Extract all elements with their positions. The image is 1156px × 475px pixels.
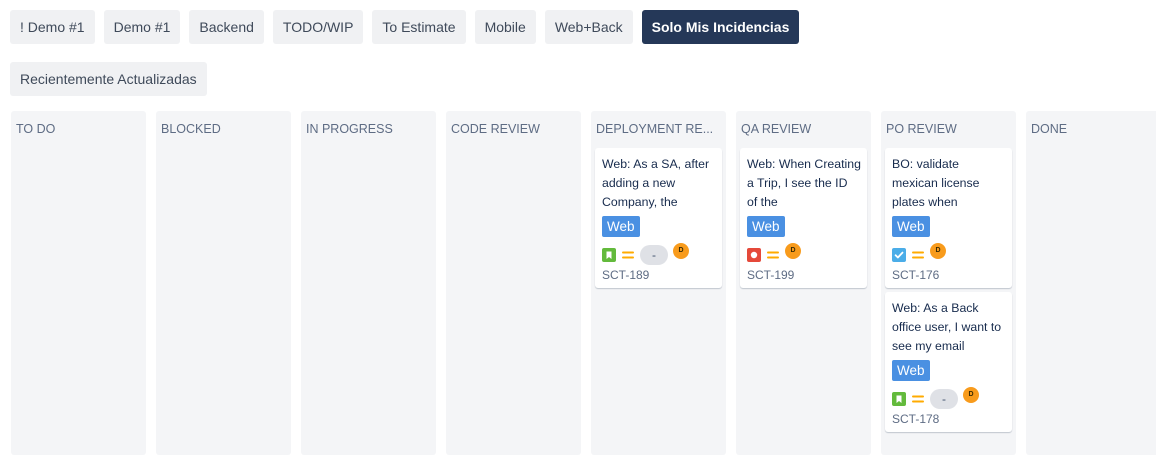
issue-meta: D: [747, 243, 861, 265]
issue-card[interactable]: BO: validate mexican license plates when…: [885, 148, 1012, 288]
issue-meta: -D: [892, 387, 1006, 409]
assignee-avatar[interactable]: D: [963, 387, 979, 403]
quick-filter-web-back[interactable]: Web+Back: [544, 10, 633, 44]
story-icon: [602, 248, 616, 262]
column-code-review: CODE REVIEW: [446, 111, 581, 455]
issue-label-tag: Web: [892, 216, 930, 237]
column-title: IN PROGRESS: [306, 122, 393, 136]
issue-summary: Web: As a Back office user, I want to se…: [892, 301, 1002, 353]
quick-filter-demo-1[interactable]: Demo #1: [103, 10, 181, 44]
quick-filter-backend[interactable]: Backend: [189, 10, 264, 44]
column-title: QA REVIEW: [741, 122, 812, 136]
assignee-avatar[interactable]: D: [785, 243, 801, 259]
column-to-do: TO DO: [11, 111, 146, 455]
column-title: DEPLOYMENT RE...: [596, 122, 714, 136]
story-points-badge: -: [930, 389, 958, 409]
issue-key[interactable]: SCT-189: [602, 268, 716, 282]
quick-filters: ! Demo #1 Demo #1 Backend TODO/WIP To Estima…: [10, 10, 1150, 96]
quick-filter-solo-mis-incidencias[interactable]: Solo Mis Incidencias: [641, 10, 800, 44]
column-cards: Web: When Creating a Trip, I see the ID …: [740, 148, 867, 288]
issue-summary: BO: validate mexican license plates when: [892, 157, 980, 209]
issue-meta: -D: [602, 243, 716, 265]
story-icon: [892, 392, 906, 406]
quick-filter-todo-wip[interactable]: TODO/WIP: [272, 10, 364, 44]
assignee-avatar[interactable]: D: [673, 243, 689, 259]
quick-filter-mobile[interactable]: Mobile: [474, 10, 536, 44]
column-blocked: BLOCKED: [156, 111, 291, 455]
story-points-badge: -: [640, 245, 668, 265]
issue-key[interactable]: SCT-199: [747, 268, 861, 282]
issue-label-tag: Web: [602, 216, 640, 237]
column-cards: Web: As a SA, after adding a new Company…: [595, 148, 722, 288]
column-title: PO REVIEW: [886, 122, 957, 136]
issue-card[interactable]: Web: As a SA, after adding a new Company…: [595, 148, 722, 288]
column-in-progress: IN PROGRESS: [301, 111, 436, 455]
column-po-review: PO REVIEW BO: validate mexican license pl…: [881, 111, 1016, 455]
column-done: DONE: [1026, 111, 1156, 455]
issue-summary: Web: When Creating a Trip, I see the ID …: [747, 157, 861, 209]
quick-filter-to-estimate[interactable]: To Estimate: [372, 10, 466, 44]
column-title: TO DO: [16, 122, 56, 136]
quick-filter-demo-1[interactable]: ! Demo #1: [10, 10, 95, 44]
column-qa-review: QA REVIEW Web: When Creating a Trip, I se…: [736, 111, 871, 455]
task-icon: [892, 248, 906, 262]
column-deployment-re: DEPLOYMENT RE... Web: As a SA, after addi…: [591, 111, 726, 455]
priority-medium-icon: [911, 249, 925, 261]
priority-medium-icon: [621, 249, 635, 261]
issue-key[interactable]: SCT-176: [892, 268, 1006, 282]
priority-medium-icon: [911, 393, 925, 405]
kanban-board: TO DO BLOCKED IN PROGRESS CODE REVIEW DEPLOY…: [11, 111, 1156, 455]
column-title: CODE REVIEW: [451, 122, 540, 136]
quick-filter-recientemente-actualizadas[interactable]: Recientemente Actualizadas: [10, 62, 207, 96]
issue-card[interactable]: Web: When Creating a Trip, I see the ID …: [740, 148, 867, 288]
priority-medium-icon: [766, 249, 780, 261]
column-cards: BO: validate mexican license plates when…: [885, 148, 1012, 432]
issue-meta: D: [892, 243, 1006, 265]
issue-key[interactable]: SCT-178: [892, 412, 1006, 426]
issue-label-tag: Web: [892, 360, 930, 381]
column-title: DONE: [1031, 122, 1068, 136]
assignee-avatar[interactable]: D: [930, 243, 946, 259]
issue-label-tag: Web: [747, 216, 785, 237]
column-title: BLOCKED: [161, 122, 221, 136]
bug-icon: [747, 248, 761, 262]
issue-summary: Web: As a SA, after adding a new Company…: [602, 157, 710, 209]
issue-card[interactable]: Web: As a Back office user, I want to se…: [885, 292, 1012, 432]
